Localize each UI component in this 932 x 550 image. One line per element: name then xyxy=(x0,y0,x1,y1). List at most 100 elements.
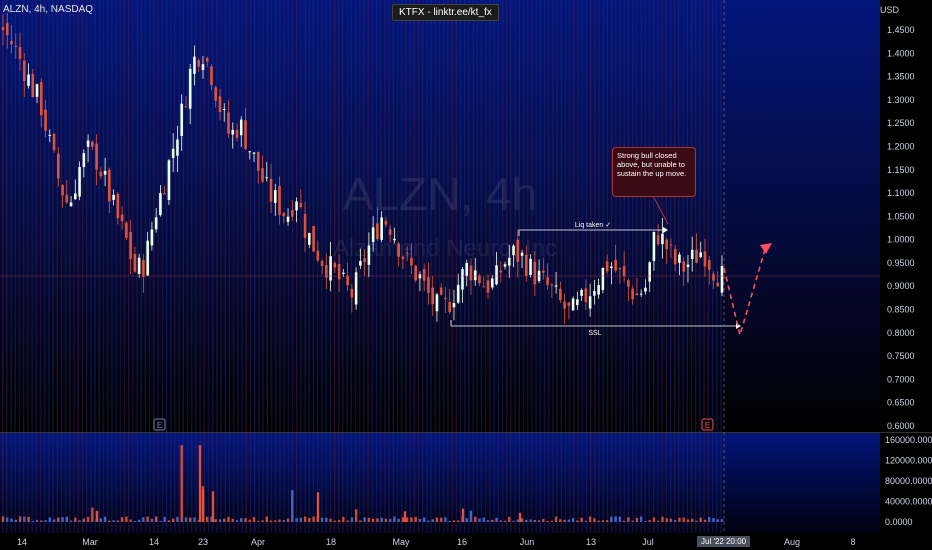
candle-body xyxy=(129,232,132,260)
candle-body xyxy=(303,213,307,238)
volume-bar xyxy=(1,516,5,522)
volume-bar xyxy=(631,520,634,522)
stripe xyxy=(291,0,294,533)
author-banner[interactable]: KTFX - linktr.ee/kt_fx xyxy=(392,4,499,21)
callout-box: Strong bull closed above, but unable to … xyxy=(612,147,696,197)
volume-bar xyxy=(474,516,477,522)
candle-body xyxy=(588,296,592,309)
candle-body xyxy=(678,254,681,263)
time-tick-label: Apr xyxy=(251,537,265,547)
volume-bar xyxy=(74,517,77,522)
candle-body xyxy=(329,256,332,281)
price-tick-label: 1.4500 xyxy=(887,25,915,35)
price-tick-label: 1.2500 xyxy=(887,118,915,128)
stripe xyxy=(569,0,571,533)
volume-bar xyxy=(469,510,473,522)
volume-bar xyxy=(48,517,51,522)
candle-body xyxy=(108,169,111,202)
candle-body xyxy=(482,286,486,288)
candle-body xyxy=(61,185,64,196)
volume-bar xyxy=(380,517,383,522)
volume-bar xyxy=(120,517,124,522)
volume-bar xyxy=(354,509,358,522)
candle-body xyxy=(265,177,269,179)
volume-bar xyxy=(695,520,698,522)
price-tick-label: 1.1500 xyxy=(887,165,915,175)
stripe xyxy=(581,0,583,533)
volume-bar xyxy=(27,517,30,522)
volume-bar xyxy=(125,516,128,522)
volume-bar xyxy=(176,516,179,522)
volume-bar xyxy=(516,519,519,522)
candle-body xyxy=(622,266,626,277)
candle-body xyxy=(584,288,588,303)
candle-body xyxy=(308,233,311,245)
volume-bar xyxy=(291,490,294,522)
volume-spike-bar xyxy=(201,489,205,522)
price-tick-label: 0.8000 xyxy=(887,328,915,338)
volume-bar xyxy=(44,520,47,522)
volume-bar xyxy=(610,516,613,522)
stripe xyxy=(636,0,638,533)
candle-body xyxy=(159,193,162,216)
stripe xyxy=(153,0,155,533)
volume-bar xyxy=(214,519,217,522)
volume-bar xyxy=(691,518,694,522)
candle-body xyxy=(133,253,137,272)
candle-body xyxy=(703,251,707,267)
candle-body xyxy=(235,130,239,138)
volume-bar xyxy=(359,520,362,522)
price-chart[interactable]: ALZN, 4h Alzamend Neuro, Inc Liq taken ✓… xyxy=(0,0,932,550)
volume-bar xyxy=(525,519,528,522)
candle-body xyxy=(478,275,481,284)
volume-bar xyxy=(91,507,94,522)
time-tick-label: 8 xyxy=(850,537,855,547)
candle-body xyxy=(673,248,677,265)
stripe xyxy=(627,0,630,533)
volume-bar xyxy=(257,520,260,522)
volume-bar xyxy=(622,520,626,522)
volume-bar xyxy=(252,517,256,522)
volume-bar xyxy=(410,517,413,522)
volume-bar xyxy=(193,517,196,522)
stripe xyxy=(669,0,672,533)
volume-bar xyxy=(397,518,400,522)
candle-body xyxy=(171,148,175,158)
candle-body xyxy=(218,96,222,113)
stripe xyxy=(493,0,495,533)
price-tick-label: 1.0500 xyxy=(887,211,915,221)
stripe xyxy=(308,0,310,533)
price-tick-label: 0.6000 xyxy=(887,421,915,431)
candle-body xyxy=(231,129,235,135)
time-tick-label: Mar xyxy=(82,537,98,547)
volume-bar xyxy=(478,518,481,522)
candle-body xyxy=(686,264,690,268)
symbol-label[interactable]: ALZN, 4h, NASDAQ xyxy=(3,4,93,15)
stripe xyxy=(228,0,231,533)
candle-body xyxy=(388,229,392,235)
volume-bar xyxy=(495,517,498,522)
volume-bar xyxy=(312,516,315,522)
volume-bar xyxy=(508,516,511,522)
volume-bar xyxy=(414,516,417,522)
volume-bar xyxy=(61,517,64,522)
candle-body xyxy=(567,302,571,306)
volume-bar xyxy=(261,520,264,522)
volume-bar xyxy=(163,516,166,522)
stripe xyxy=(14,0,16,533)
stripe xyxy=(136,0,138,533)
volume-bar xyxy=(274,520,277,522)
volume-bar xyxy=(223,518,226,522)
stripe xyxy=(140,0,142,533)
stripe xyxy=(249,0,252,533)
volume-bar xyxy=(320,517,324,522)
stripe xyxy=(602,0,604,533)
candle-body xyxy=(239,119,243,136)
volume-bar xyxy=(576,520,579,522)
candle-body xyxy=(550,284,554,286)
stripe xyxy=(665,0,667,533)
stripe xyxy=(170,0,172,533)
volume-bar xyxy=(618,516,622,522)
candle-body xyxy=(116,193,120,219)
candle-body xyxy=(86,140,90,147)
